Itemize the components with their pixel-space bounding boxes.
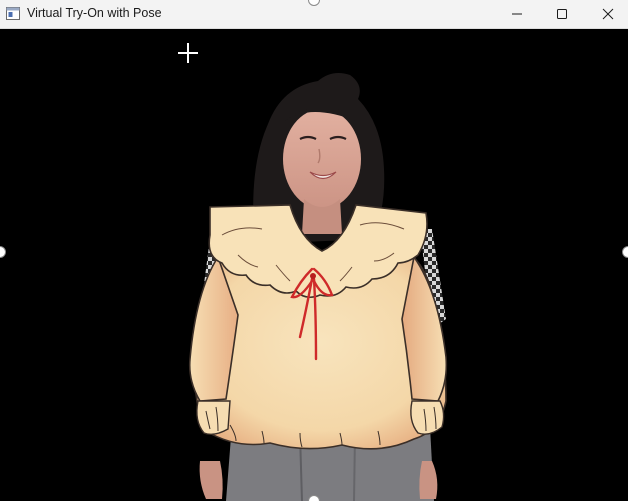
face: [283, 109, 361, 209]
minimize-button[interactable]: [494, 0, 540, 28]
close-button[interactable]: [585, 0, 628, 28]
try-on-frame: [188, 73, 448, 501]
resize-handle-right[interactable]: [622, 246, 628, 258]
video-viewport[interactable]: [0, 29, 628, 501]
maximize-icon: [557, 9, 567, 19]
window-title: Virtual Try-On with Pose: [27, 6, 162, 20]
maximize-button[interactable]: [539, 0, 585, 28]
resize-handle-bottom[interactable]: [308, 495, 320, 501]
app-window: Virtual Try-On with Pose: [0, 0, 628, 501]
minimize-icon: [512, 13, 522, 15]
app-window-icon: [6, 7, 20, 20]
close-icon: [602, 8, 614, 20]
crosshair-icon: [178, 43, 198, 63]
